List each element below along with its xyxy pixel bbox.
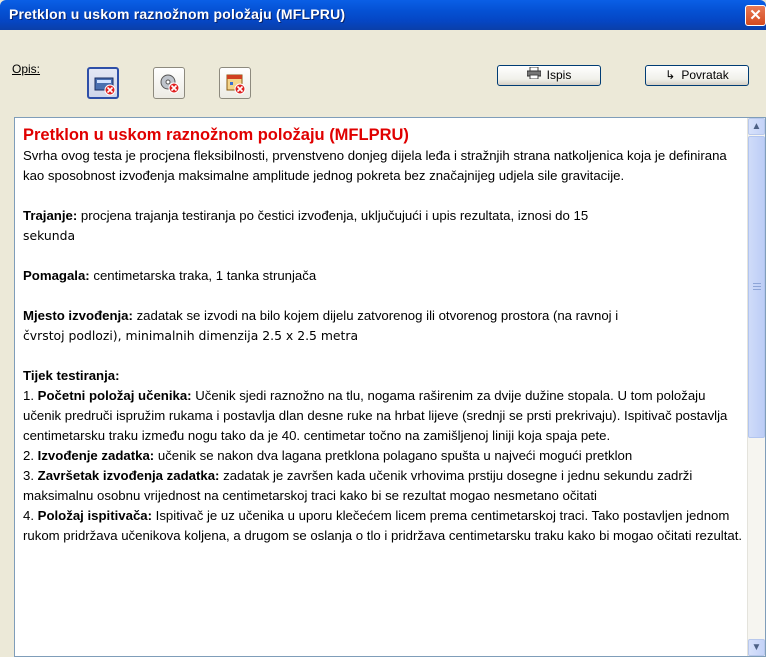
test-heading: Pretklon u uskom raznožnom položaju (MFL… — [23, 126, 409, 144]
scroll-down-button[interactable]: ▼ — [748, 639, 765, 656]
description-panel[interactable]: Pretklon u uskom raznožnom položaju (MFL… — [14, 117, 766, 657]
duration-label: Trajanje: — [23, 208, 78, 223]
step-text: učenik se nakon dva lagana pretklona pol… — [154, 448, 633, 463]
step-label: Završetak izvođenja zadatka: — [37, 468, 220, 483]
step-label: Položaj ispitivača: — [37, 508, 153, 523]
step-label: Početni položaj učenika: — [37, 388, 192, 403]
aids-paragraph: Pomagala: centimetarska traka, 1 tanka s… — [23, 266, 745, 286]
step-2: 2. Izvođenje zadatka: učenik se nakon dv… — [23, 446, 745, 466]
grip-line — [753, 283, 761, 284]
step-number: 3. — [23, 468, 38, 483]
back-label: Povratak — [681, 68, 729, 82]
step-3: 3. Završetak izvođenja zadatka: zadatak … — [23, 466, 745, 506]
calendar-remove-icon — [226, 74, 246, 95]
flow-label: Tijek testiranja: — [23, 366, 745, 386]
scroll-thumb[interactable] — [748, 136, 765, 438]
aids-text: centimetarska traka, 1 tanka strunjača — [89, 268, 317, 283]
return-arrow-icon: ↳ — [665, 68, 676, 82]
grip-line — [753, 286, 761, 287]
back-button[interactable]: ↳ Povratak — [645, 65, 749, 86]
step-number: 2. — [23, 448, 38, 463]
step-4: 4. Položaj ispitivača: Ispitivač je uz u… — [23, 506, 745, 546]
opis-label: Opis: — [12, 62, 41, 76]
vertical-scrollbar[interactable]: ▲ ▼ — [747, 118, 765, 656]
record-remove-button[interactable] — [87, 67, 119, 99]
place-text: zadatak se izvodi na bilo kojem dijelu z… — [132, 308, 619, 323]
place-paragraph: Mjesto izvođenja: zadatak se izvodi na b… — [23, 306, 745, 346]
intro-paragraph: Svrha ovog testa je procjena fleksibilno… — [23, 148, 727, 183]
step-label: Izvođenje zadatka: — [37, 448, 155, 463]
window-title: Pretklon u uskom raznožnom položaju (MFL… — [9, 6, 346, 22]
step-number: 1. — [23, 388, 38, 403]
disk-remove-button[interactable] — [153, 67, 185, 99]
close-button[interactable]: ✕ — [745, 5, 766, 26]
calendar-remove-button[interactable] — [219, 67, 251, 99]
place-text-2: čvrstoj podlozi), minimalnih dimenzija 2… — [23, 328, 359, 343]
aids-label: Pomagala: — [23, 268, 90, 283]
print-button[interactable]: Ispis — [497, 65, 601, 86]
step-1: 1. Početni položaj učenika: Učenik sjedi… — [23, 386, 745, 446]
duration-text-2: sekunda — [23, 228, 76, 243]
window-title-bar[interactable]: Pretklon u uskom raznožnom položaju (MFL… — [0, 0, 766, 30]
disk-remove-icon — [160, 74, 180, 94]
place-label: Mjesto izvođenja: — [23, 308, 133, 323]
duration-paragraph: Trajanje: procjena trajanja testiranja p… — [23, 206, 745, 246]
grip-line — [753, 289, 761, 290]
scroll-up-button[interactable]: ▲ — [748, 118, 765, 135]
duration-text: procjena trajanja testiranja po čestici … — [77, 208, 589, 223]
print-label: Ispis — [546, 68, 572, 82]
record-remove-icon — [94, 77, 116, 96]
step-number: 4. — [23, 508, 38, 523]
description-content: Pretklon u uskom raznožnom položaju (MFL… — [23, 124, 745, 546]
flow-label-text: Tijek testiranja: — [23, 368, 120, 383]
printer-icon — [526, 66, 542, 85]
